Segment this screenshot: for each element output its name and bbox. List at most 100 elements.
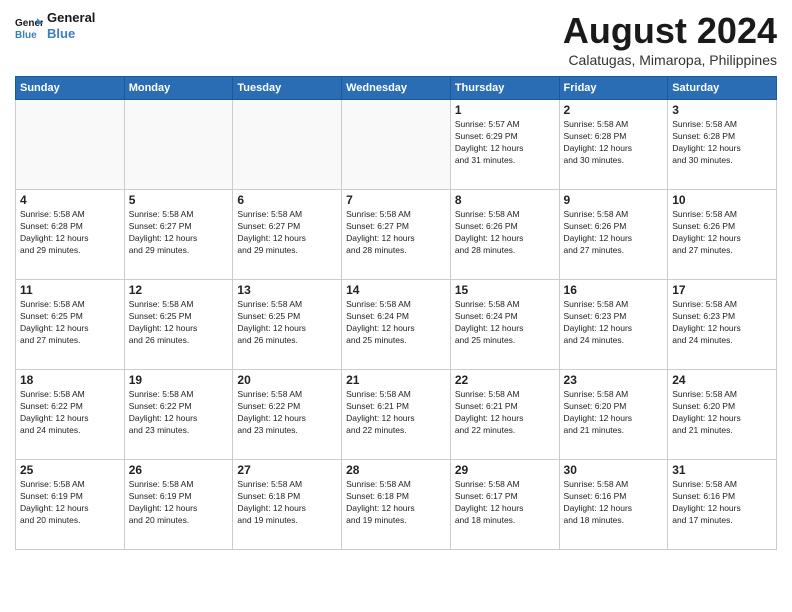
calendar-cell: 17 Sunrise: 5:58 AM Sunset: 6:23 PM Dayli…: [668, 280, 777, 370]
calendar-cell: 15 Sunrise: 5:58 AM Sunset: 6:24 PM Dayli…: [450, 280, 559, 370]
day-number: 27: [237, 463, 337, 477]
day-number: 21: [346, 373, 446, 387]
calendar-day-header: Tuesday: [233, 77, 342, 100]
day-info: Sunrise: 5:58 AM Sunset: 6:16 PM Dayligh…: [564, 479, 664, 527]
logo-line2: Blue: [47, 26, 95, 42]
day-info: Sunrise: 5:58 AM Sunset: 6:21 PM Dayligh…: [346, 389, 446, 437]
calendar-week-row: 4 Sunrise: 5:58 AM Sunset: 6:28 PM Daylig…: [16, 190, 777, 280]
calendar-cell: 27Sunrise: 5:58 AM Sunset: 6:18 PM Dayli…: [233, 460, 342, 550]
day-info: Sunrise: 5:58 AM Sunset: 6:27 PM Dayligh…: [129, 209, 229, 257]
title-area: August 2024 Calatugas, Mimaropa, Philipp…: [563, 10, 777, 68]
day-info: Sunrise: 5:58 AM Sunset: 6:26 PM Dayligh…: [564, 209, 664, 257]
day-number: 24: [672, 373, 772, 387]
day-number: 16: [564, 283, 664, 297]
day-info: Sunrise: 5:58 AM Sunset: 6:25 PM Dayligh…: [20, 299, 120, 347]
day-number: 26: [129, 463, 229, 477]
day-number: 28: [346, 463, 446, 477]
day-number: 25: [20, 463, 120, 477]
calendar-cell: 13Sunrise: 5:58 AM Sunset: 6:25 PM Dayli…: [233, 280, 342, 370]
calendar-table: SundayMondayTuesdayWednesdayThursdayFrid…: [15, 76, 777, 550]
day-number: 5: [129, 193, 229, 207]
calendar-cell: 19Sunrise: 5:58 AM Sunset: 6:22 PM Dayli…: [124, 370, 233, 460]
day-info: Sunrise: 5:58 AM Sunset: 6:27 PM Dayligh…: [346, 209, 446, 257]
calendar-cell: [233, 100, 342, 190]
calendar-cell: 28 Sunrise: 5:58 AM Sunset: 6:18 PM Dayli…: [342, 460, 451, 550]
day-number: 20: [237, 373, 337, 387]
day-info: Sunrise: 5:58 AM Sunset: 6:26 PM Dayligh…: [672, 209, 772, 257]
day-info: Sunrise: 5:58 AM Sunset: 6:22 PM Dayligh…: [20, 389, 120, 437]
calendar-cell: 5 Sunrise: 5:58 AM Sunset: 6:27 PM Daylig…: [124, 190, 233, 280]
calendar-day-header: Saturday: [668, 77, 777, 100]
day-number: 15: [455, 283, 555, 297]
day-info: Sunrise: 5:57 AM Sunset: 6:29 PM Dayligh…: [455, 119, 555, 167]
calendar-week-row: 11Sunrise: 5:58 AM Sunset: 6:25 PM Dayli…: [16, 280, 777, 370]
day-number: 6: [237, 193, 337, 207]
day-number: 8: [455, 193, 555, 207]
calendar-body: 1 Sunrise: 5:57 AM Sunset: 6:29 PM Daylig…: [16, 100, 777, 550]
day-info: Sunrise: 5:58 AM Sunset: 6:19 PM Dayligh…: [20, 479, 120, 527]
calendar-week-row: 1 Sunrise: 5:57 AM Sunset: 6:29 PM Daylig…: [16, 100, 777, 190]
calendar-day-header: Sunday: [16, 77, 125, 100]
day-number: 30: [564, 463, 664, 477]
calendar-cell: 1 Sunrise: 5:57 AM Sunset: 6:29 PM Daylig…: [450, 100, 559, 190]
day-info: Sunrise: 5:58 AM Sunset: 6:28 PM Dayligh…: [672, 119, 772, 167]
calendar-cell: 6Sunrise: 5:58 AM Sunset: 6:27 PM Daylig…: [233, 190, 342, 280]
calendar-cell: 7 Sunrise: 5:58 AM Sunset: 6:27 PM Daylig…: [342, 190, 451, 280]
calendar-cell: 23 Sunrise: 5:58 AM Sunset: 6:20 PM Dayli…: [559, 370, 668, 460]
calendar-cell: 10 Sunrise: 5:58 AM Sunset: 6:26 PM Dayli…: [668, 190, 777, 280]
day-number: 18: [20, 373, 120, 387]
day-info: Sunrise: 5:58 AM Sunset: 6:18 PM Dayligh…: [346, 479, 446, 527]
day-info: Sunrise: 5:58 AM Sunset: 6:19 PM Dayligh…: [129, 479, 229, 527]
calendar-week-row: 25 Sunrise: 5:58 AM Sunset: 6:19 PM Dayli…: [16, 460, 777, 550]
day-number: 7: [346, 193, 446, 207]
calendar-cell: 30 Sunrise: 5:58 AM Sunset: 6:16 PM Dayli…: [559, 460, 668, 550]
day-info: Sunrise: 5:58 AM Sunset: 6:28 PM Dayligh…: [20, 209, 120, 257]
day-number: 10: [672, 193, 772, 207]
day-info: Sunrise: 5:58 AM Sunset: 6:17 PM Dayligh…: [455, 479, 555, 527]
calendar-header-row: SundayMondayTuesdayWednesdayThursdayFrid…: [16, 77, 777, 100]
day-info: Sunrise: 5:58 AM Sunset: 6:26 PM Dayligh…: [455, 209, 555, 257]
day-info: Sunrise: 5:58 AM Sunset: 6:23 PM Dayligh…: [672, 299, 772, 347]
calendar-cell: 3 Sunrise: 5:58 AM Sunset: 6:28 PM Daylig…: [668, 100, 777, 190]
logo-icon: General Blue: [15, 12, 43, 40]
day-number: 4: [20, 193, 120, 207]
day-info: Sunrise: 5:58 AM Sunset: 6:22 PM Dayligh…: [129, 389, 229, 437]
day-info: Sunrise: 5:58 AM Sunset: 6:25 PM Dayligh…: [129, 299, 229, 347]
calendar-cell: 26 Sunrise: 5:58 AM Sunset: 6:19 PM Dayli…: [124, 460, 233, 550]
calendar-cell: 22 Sunrise: 5:58 AM Sunset: 6:21 PM Dayli…: [450, 370, 559, 460]
calendar-cell: 14 Sunrise: 5:58 AM Sunset: 6:24 PM Dayli…: [342, 280, 451, 370]
day-info: Sunrise: 5:58 AM Sunset: 6:23 PM Dayligh…: [564, 299, 664, 347]
day-info: Sunrise: 5:58 AM Sunset: 6:16 PM Dayligh…: [672, 479, 772, 527]
calendar-day-header: Wednesday: [342, 77, 451, 100]
calendar-cell: 24 Sunrise: 5:58 AM Sunset: 6:20 PM Dayli…: [668, 370, 777, 460]
day-info: Sunrise: 5:58 AM Sunset: 6:20 PM Dayligh…: [672, 389, 772, 437]
calendar-cell: 25 Sunrise: 5:58 AM Sunset: 6:19 PM Dayli…: [16, 460, 125, 550]
location: Calatugas, Mimaropa, Philippines: [563, 52, 777, 68]
day-info: Sunrise: 5:58 AM Sunset: 6:28 PM Dayligh…: [564, 119, 664, 167]
day-number: 1: [455, 103, 555, 117]
day-number: 3: [672, 103, 772, 117]
day-info: Sunrise: 5:58 AM Sunset: 6:25 PM Dayligh…: [237, 299, 337, 347]
day-number: 14: [346, 283, 446, 297]
calendar-cell: [124, 100, 233, 190]
day-number: 17: [672, 283, 772, 297]
day-info: Sunrise: 5:58 AM Sunset: 6:24 PM Dayligh…: [455, 299, 555, 347]
calendar-cell: 20 Sunrise: 5:58 AM Sunset: 6:22 PM Dayli…: [233, 370, 342, 460]
day-info: Sunrise: 5:58 AM Sunset: 6:22 PM Dayligh…: [237, 389, 337, 437]
day-info: Sunrise: 5:58 AM Sunset: 6:20 PM Dayligh…: [564, 389, 664, 437]
header: General Blue General Blue August 2024 Ca…: [15, 10, 777, 68]
calendar-cell: 8 Sunrise: 5:58 AM Sunset: 6:26 PM Daylig…: [450, 190, 559, 280]
calendar-week-row: 18 Sunrise: 5:58 AM Sunset: 6:22 PM Dayli…: [16, 370, 777, 460]
calendar-cell: 12Sunrise: 5:58 AM Sunset: 6:25 PM Dayli…: [124, 280, 233, 370]
calendar-day-header: Monday: [124, 77, 233, 100]
calendar-cell: [342, 100, 451, 190]
day-info: Sunrise: 5:58 AM Sunset: 6:21 PM Dayligh…: [455, 389, 555, 437]
day-number: 23: [564, 373, 664, 387]
month-title: August 2024: [563, 10, 777, 52]
day-number: 22: [455, 373, 555, 387]
calendar-cell: 31Sunrise: 5:58 AM Sunset: 6:16 PM Dayli…: [668, 460, 777, 550]
calendar-cell: 11Sunrise: 5:58 AM Sunset: 6:25 PM Dayli…: [16, 280, 125, 370]
day-number: 29: [455, 463, 555, 477]
day-info: Sunrise: 5:58 AM Sunset: 6:24 PM Dayligh…: [346, 299, 446, 347]
day-number: 2: [564, 103, 664, 117]
